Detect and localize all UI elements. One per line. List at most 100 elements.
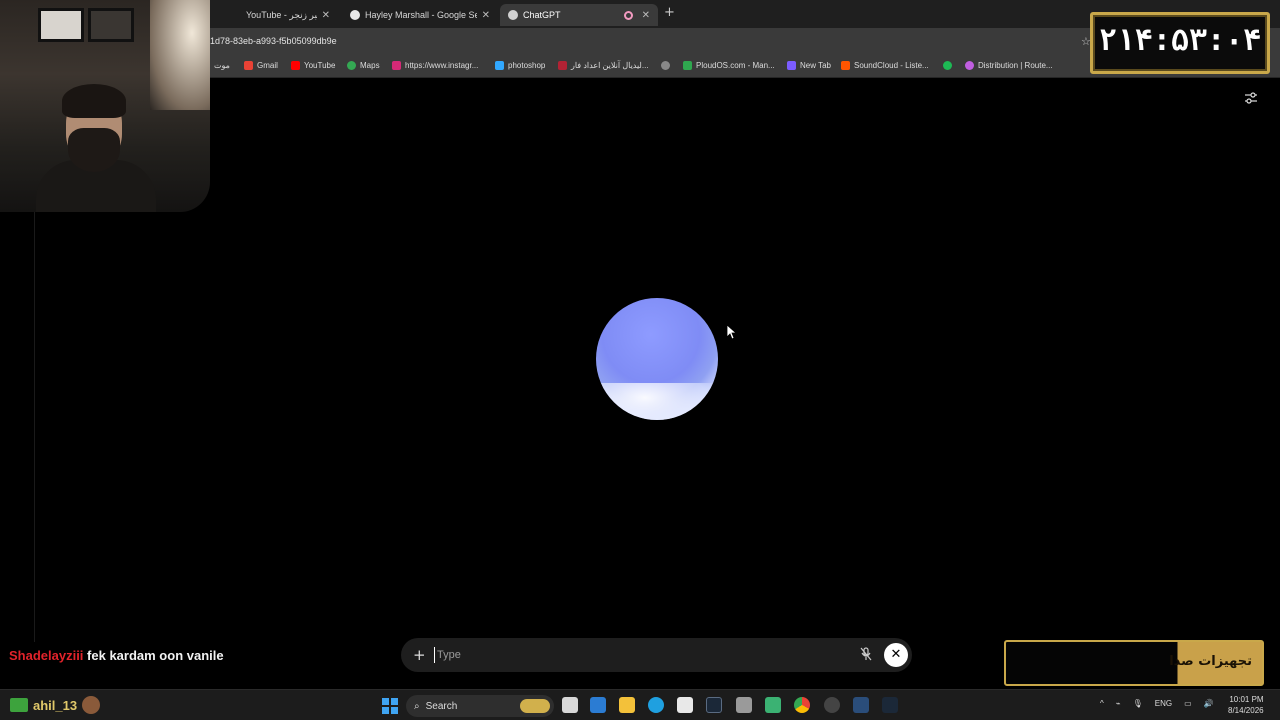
bookmark-label: Gmail xyxy=(257,61,278,70)
bookmark-label: PloudOS.com - Man... xyxy=(696,61,775,70)
newtab-icon xyxy=(787,61,796,70)
tab-youtube[interactable]: YouTube - خبر زنجر ✕ xyxy=(238,4,338,26)
bookmark-newtab[interactable]: New Tab xyxy=(787,61,831,70)
avatar xyxy=(82,696,101,714)
close-tab-icon[interactable]: ✕ xyxy=(322,10,330,21)
app-icon[interactable] xyxy=(765,697,781,713)
sponsor-text: تجهیزات صدا xyxy=(1169,654,1252,669)
google-icon xyxy=(350,10,360,20)
spotify-icon xyxy=(943,61,952,70)
store-icon[interactable] xyxy=(677,697,693,713)
message-input[interactable] xyxy=(434,647,834,663)
bookmark-label: YouTube xyxy=(304,61,336,70)
webcam-overlay xyxy=(0,0,210,212)
streamer-beard xyxy=(68,128,120,172)
edge-icon[interactable] xyxy=(648,697,664,713)
add-attachment-button[interactable]: + xyxy=(413,646,426,664)
language-indicator[interactable]: ENG xyxy=(1155,699,1172,708)
file-explorer-icon[interactable] xyxy=(619,697,635,713)
taskbar-clock[interactable]: 10:01 PM 8/14/2026 xyxy=(1228,694,1264,716)
bookmark-gmail[interactable]: Gmail xyxy=(244,61,278,70)
bookmark-label: SoundCloud - Liste... xyxy=(854,61,929,70)
chrome-icon[interactable] xyxy=(794,697,810,713)
close-tab-icon[interactable]: ✕ xyxy=(482,10,490,21)
bookmark-label: New Tab xyxy=(800,61,831,70)
bookmark-instagram[interactable]: https://www.instagr... xyxy=(392,61,478,70)
ploudos-icon xyxy=(683,61,692,70)
obs-icon[interactable] xyxy=(824,697,840,713)
settings-sliders-icon[interactable] xyxy=(1244,92,1258,104)
tab-chatgpt[interactable]: ChatGPT ✕ xyxy=(500,4,658,26)
task-view-icon[interactable] xyxy=(562,697,578,713)
bookmark-label: لیدیال آنلاین اعداد فار... xyxy=(571,61,649,70)
lamp xyxy=(150,0,210,110)
bookmark-ploudos[interactable]: PloudOS.com - Man... xyxy=(683,61,775,70)
taskbar-widget[interactable]: ahil_13 xyxy=(10,696,101,714)
tab-google-search[interactable]: Hayley Marshall - Google Search ✕ xyxy=(342,4,498,26)
wall-frame xyxy=(88,8,134,42)
bookmark-spotify[interactable] xyxy=(943,61,952,70)
search-highlight-icon xyxy=(520,699,550,713)
end-voice-button[interactable]: ✕ xyxy=(884,643,908,667)
tab-label: Hayley Marshall - Google Search xyxy=(365,10,477,20)
vpn-icon[interactable] xyxy=(736,697,752,713)
maps-icon xyxy=(347,61,356,70)
weather-icon xyxy=(10,698,28,712)
bookmark-soundcloud[interactable]: SoundCloud - Liste... xyxy=(841,61,929,70)
windows-start-icon[interactable] xyxy=(382,698,398,714)
bookmark-distribution[interactable]: Distribution | Route... xyxy=(965,61,1053,70)
sponsor-banner: تجهیزات صدا xyxy=(1004,640,1264,686)
chat-text: fek kardam oon vanile xyxy=(87,648,224,663)
recording-icon xyxy=(623,10,633,20)
streamer-hair xyxy=(62,84,126,118)
bookmark-flag[interactable]: لیدیال آنلاین اعداد فار... xyxy=(558,61,649,70)
photoshop-icon xyxy=(495,61,504,70)
soundcloud-icon xyxy=(841,61,850,70)
youtube-icon xyxy=(291,61,300,70)
bookmark-maps[interactable]: Maps xyxy=(347,61,380,70)
bookmark-label: https://www.instagr... xyxy=(405,61,479,70)
steam2-icon[interactable] xyxy=(882,697,898,713)
date-text: 8/14/2026 xyxy=(1228,706,1264,715)
taskbar-username: ahil_13 xyxy=(33,697,78,713)
search-icon: ⌕ xyxy=(414,700,420,712)
mouse-cursor-icon xyxy=(726,324,736,340)
bookmark-label: Distribution | Route... xyxy=(978,61,1053,70)
bookmark-label: موت xyxy=(214,61,230,70)
sidebar-divider xyxy=(34,212,35,642)
chat-username: Shadelayziii xyxy=(9,648,84,663)
mute-mic-icon[interactable] xyxy=(860,647,872,664)
bookmark-label: Maps xyxy=(360,61,380,70)
app2-icon[interactable] xyxy=(853,697,869,713)
taskbar-search[interactable]: ⌕ Search xyxy=(406,695,554,717)
url-text[interactable]: 1d78-83eb-a993-f5b05099db9e xyxy=(210,36,337,46)
bookmark-item[interactable]: موت xyxy=(214,61,230,70)
bookmark-globe[interactable] xyxy=(661,61,670,70)
volume-icon[interactable]: 🔊 xyxy=(1204,699,1214,708)
close-tab-icon[interactable]: ✕ xyxy=(642,10,650,21)
tab-label: ChatGPT xyxy=(523,10,561,20)
network-icon[interactable]: ⌁ xyxy=(1116,699,1121,708)
voice-input-bar: + ✕ xyxy=(401,638,912,672)
bookmark-label: photoshop xyxy=(508,61,546,70)
bookmark-photoshop[interactable]: photoshop xyxy=(495,61,545,70)
gmail-icon xyxy=(244,61,253,70)
tab-label: YouTube - خبر زنجر xyxy=(246,9,317,20)
steam-icon[interactable] xyxy=(706,697,722,713)
system-tray: ^ ⌁ 🎙 ENG ▭ 🔊 xyxy=(1100,699,1214,708)
search-label: Search xyxy=(425,700,458,712)
mic-icon[interactable]: 🎙 xyxy=(1133,699,1143,708)
tray-chevron-icon[interactable]: ^ xyxy=(1100,699,1104,708)
new-tab-icon[interactable]: + xyxy=(664,5,675,20)
chatgpt-icon xyxy=(508,10,518,20)
wall-frame xyxy=(38,8,84,42)
instagram-icon xyxy=(392,61,401,70)
stream-chat-message: Shadelayziii fek kardam oon vanile xyxy=(9,646,239,666)
copilot-icon[interactable] xyxy=(590,697,606,713)
clock-text: ۲۱۴:۵۳:۰۴ xyxy=(1098,23,1262,58)
flag-icon xyxy=(558,61,567,70)
globe-icon xyxy=(661,61,670,70)
display-icon[interactable]: ▭ xyxy=(1184,699,1192,708)
taskbar: ahil_13 ⌕ Search ^ ⌁ 🎙 ENG ▭ 🔊 10:01 PM … xyxy=(0,689,1280,720)
bookmark-youtube[interactable]: YouTube xyxy=(291,61,335,70)
